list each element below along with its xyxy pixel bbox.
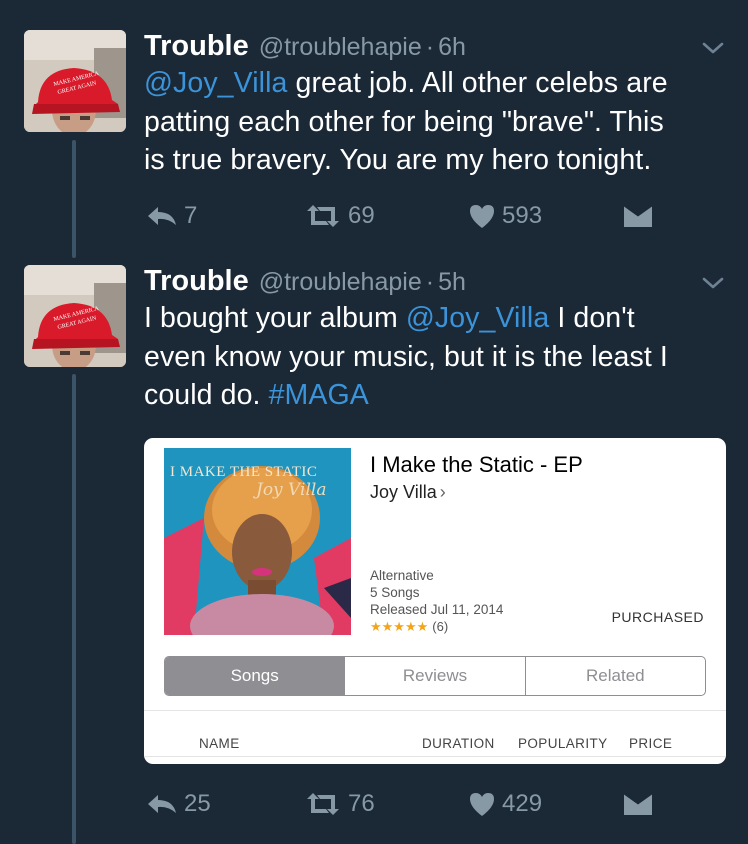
album-card[interactable]: I MAKE THE STATIC Joy Villa I Make the S…	[144, 438, 726, 764]
text-line: even know your music, but it is the leas…	[144, 340, 668, 373]
reply-button[interactable]: 25	[146, 784, 211, 824]
tweet-actions: 7 69 593	[144, 196, 664, 236]
avatar-image: MAKE AMERICA GREAT AGAIN	[24, 265, 126, 367]
column-popularity[interactable]: POPULARITY	[518, 736, 608, 751]
tab-songs[interactable]: Songs	[165, 657, 345, 695]
divider	[144, 710, 726, 711]
avatar[interactable]: MAKE AMERICA GREAT AGAIN	[24, 30, 126, 132]
like-button[interactable]: 429	[468, 784, 542, 824]
column-price[interactable]: PRICE	[629, 736, 672, 751]
avatar-image: MAKE AMERICA GREAT AGAIN	[24, 30, 126, 132]
display-name[interactable]: Trouble	[144, 265, 249, 298]
text-segment: great job. All other celebs are	[287, 67, 668, 99]
retweet-count: 69	[348, 202, 375, 229]
segmented-control: Songs Reviews Related	[164, 656, 706, 696]
reply-count: 7	[184, 202, 198, 229]
chevron-right-icon: ›	[439, 482, 446, 502]
mention-link[interactable]: @Joy_Villa	[406, 302, 549, 334]
star-rating: ★★★★★ (6)	[370, 619, 448, 635]
divider	[144, 756, 726, 757]
tab-related[interactable]: Related	[524, 657, 705, 695]
hashtag-link[interactable]: #MAGA	[269, 379, 369, 411]
album-art-artist: Joy Villa	[256, 480, 327, 500]
thread-line-2	[72, 374, 76, 844]
album-song-count: 5 Songs	[370, 585, 420, 600]
separator: ·	[425, 33, 435, 61]
mention-link[interactable]: @Joy_Villa	[144, 67, 287, 99]
tweet-actions: 25 76 429	[144, 784, 664, 824]
text-line: is true bravery. You are my hero tonight…	[144, 144, 652, 176]
column-duration[interactable]: DURATION	[422, 736, 495, 751]
chevron-down-icon[interactable]	[700, 273, 726, 293]
direct-message-icon	[623, 791, 653, 815]
reply-icon	[148, 795, 176, 813]
timestamp[interactable]: 5h	[438, 268, 466, 297]
like-count: 593	[502, 202, 543, 229]
like-icon	[470, 793, 494, 816]
album-release-date: Released Jul 11, 2014	[370, 602, 504, 617]
text-line: patting each other for being "brave". Th…	[144, 105, 664, 138]
display-name[interactable]: Trouble	[144, 30, 249, 63]
username[interactable]: @troublehapie	[259, 268, 422, 297]
album-artwork: I MAKE THE STATIC Joy Villa	[164, 448, 351, 635]
album-genre: Alternative	[370, 568, 434, 583]
direct-message-button[interactable]	[622, 784, 654, 824]
tab-reviews[interactable]: Reviews	[344, 657, 524, 695]
reply-button[interactable]: 7	[146, 196, 197, 236]
album-artist[interactable]: Joy Villa ›	[370, 482, 446, 503]
direct-message-button[interactable]	[622, 196, 654, 236]
thread-line-1	[72, 140, 76, 258]
purchased-label[interactable]: PURCHASED	[612, 609, 704, 625]
like-icon	[470, 205, 494, 228]
retweet-count: 76	[348, 790, 375, 817]
retweet-button[interactable]: 76	[304, 784, 375, 824]
avatar[interactable]: MAKE AMERICA GREAT AGAIN	[24, 265, 126, 367]
retweet-button[interactable]: 69	[304, 196, 375, 236]
album-art-title: I MAKE THE STATIC	[170, 464, 318, 480]
retweet-icon	[307, 205, 339, 227]
retweet-icon	[307, 793, 339, 815]
album-title[interactable]: I Make the Static - EP	[370, 452, 583, 478]
column-name[interactable]: NAME	[199, 736, 240, 751]
tweet-text: I bought your album @Joy_Villa I don't e…	[144, 299, 734, 415]
text-segment: I bought your album	[144, 302, 406, 334]
timestamp[interactable]: 6h	[438, 33, 466, 62]
reply-count: 25	[184, 790, 211, 817]
artist-name: Joy Villa	[370, 482, 437, 502]
chevron-down-icon[interactable]	[700, 38, 726, 58]
like-button[interactable]: 593	[468, 196, 542, 236]
tweet-text: @Joy_Villa great job. All other celebs a…	[144, 64, 734, 180]
text-segment: could do.	[144, 379, 269, 411]
direct-message-icon	[623, 203, 653, 227]
separator: ·	[425, 268, 435, 296]
text-segment: I don't	[549, 302, 635, 334]
star-icons: ★★★★★	[370, 619, 429, 634]
like-count: 429	[502, 790, 543, 817]
reply-icon	[148, 207, 176, 225]
username[interactable]: @troublehapie	[259, 33, 422, 62]
rating-count: (6)	[432, 619, 449, 634]
